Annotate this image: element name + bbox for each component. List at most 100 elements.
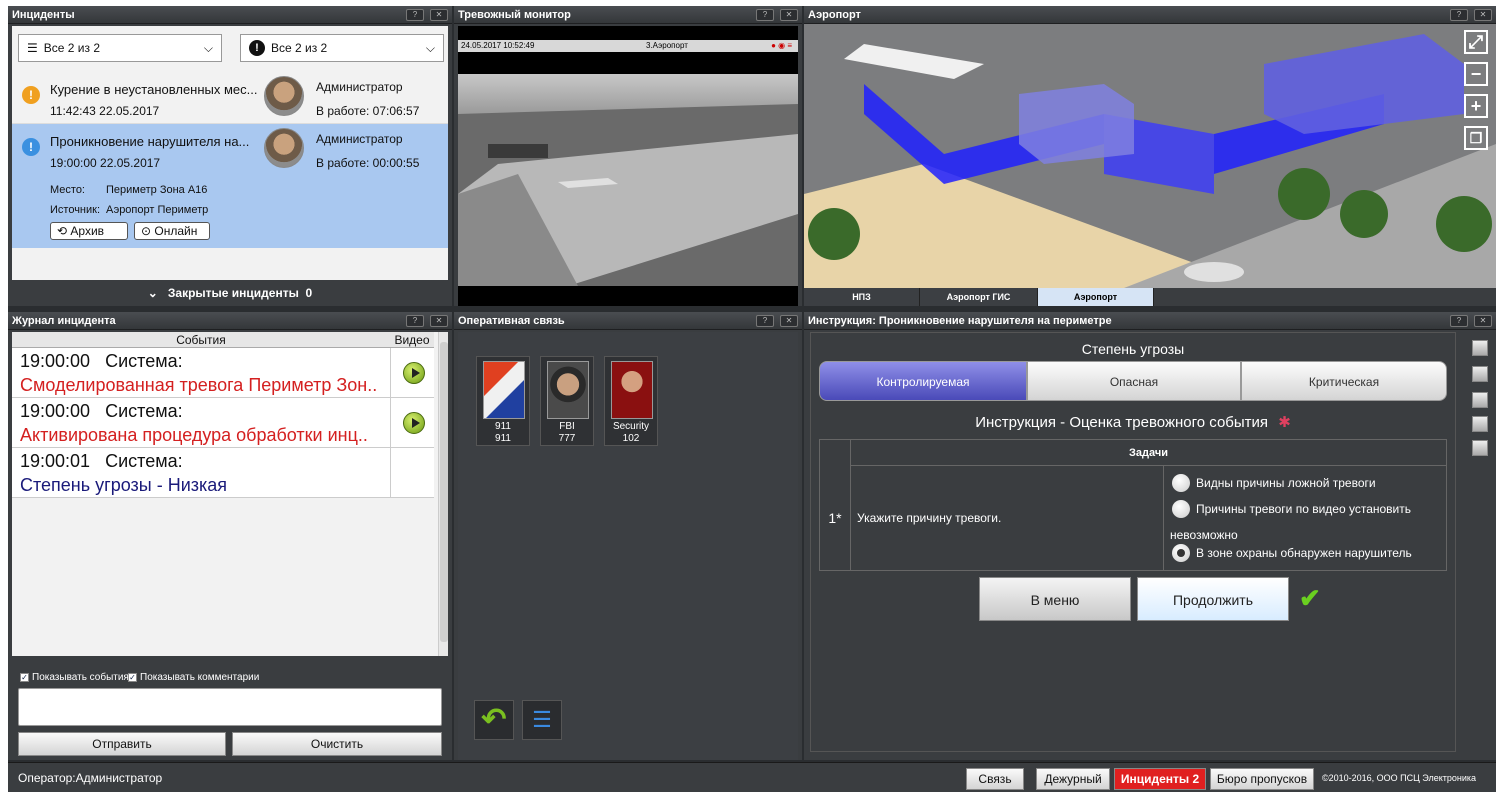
online-button-label: Онлайн — [154, 224, 198, 238]
clear-button[interactable]: Очистить — [232, 732, 442, 756]
asterisk-icon: ✱ — [1278, 414, 1291, 431]
filter-dropdown-value: Все 2 из 2 — [43, 41, 100, 55]
close-icon[interactable]: ✕ — [780, 9, 798, 21]
panel-controls: ? ✕ — [406, 315, 448, 327]
radio-intruder-detected[interactable] — [1172, 544, 1190, 562]
archive-button[interactable]: ⟲ Архив — [50, 222, 128, 240]
tab-airport[interactable]: Аэропорт — [1038, 288, 1154, 306]
incident-item[interactable]: ! Курение в неустановленных мес... 11:42… — [12, 72, 448, 124]
tab-npz[interactable]: НПЗ — [804, 288, 920, 306]
threat-label: Степень угрозы — [1081, 341, 1185, 357]
zoom-in-icon[interactable]: + — [1464, 94, 1488, 118]
radio-cannot-determine[interactable] — [1172, 500, 1190, 518]
incidents-body: ☰ Все 2 из 2 ⌵ ! Все 2 из 2 ⌵ ! Курение … — [12, 26, 448, 306]
event-time: 19:00:01 — [20, 451, 91, 471]
incidents-button[interactable]: Инциденты 2 — [1114, 768, 1206, 790]
record-icon: ● ◉ ≡ — [771, 41, 792, 50]
close-icon[interactable]: ✕ — [430, 315, 448, 327]
send-button[interactable]: Отправить — [18, 732, 226, 756]
video-view[interactable]: 24.05.2017 10:52:49 3.Аэропорт ● ◉ ≡ — [458, 26, 798, 306]
threat-level-critical[interactable]: Критическая — [1241, 361, 1447, 401]
comms-button[interactable]: Связь — [966, 768, 1024, 790]
tab-airport-gis[interactable]: Аэропорт ГИС — [920, 288, 1038, 306]
incident-title: Проникновение нарушителя на... — [50, 134, 250, 149]
event-header: 19:00:01 Система: — [20, 451, 183, 472]
instruction-panel: Инструкция: Проникновение нарушителя на … — [804, 312, 1496, 760]
contact-name: FBI — [559, 421, 575, 432]
close-icon[interactable]: ✕ — [430, 9, 448, 21]
journal-body: События Видео 19:00:00 Система: Смоделир… — [12, 332, 448, 656]
fullscreen-icon[interactable]: ⤢ — [1464, 30, 1488, 54]
closed-incidents-toggle[interactable]: ⌄ Закрытые инциденты 0 — [12, 280, 448, 306]
show-comments-checkbox[interactable]: ✓ Показывать комментарии — [128, 672, 259, 683]
history-icon: ⟲ — [57, 224, 68, 238]
checkmark-icon: ✔ — [1299, 583, 1321, 613]
contact-911[interactable]: 911 911 — [476, 356, 530, 446]
video-cell — [390, 398, 434, 448]
radio-false-alarm[interactable] — [1172, 474, 1190, 492]
close-icon[interactable]: ✕ — [780, 315, 798, 327]
pass-office-button[interactable]: Бюро пропусков — [1210, 768, 1314, 790]
instruction-heading: Инструкция - Оценка тревожного события ✱ — [811, 413, 1455, 431]
show-comments-label: Показывать комментарии — [140, 672, 260, 683]
close-icon[interactable]: ✕ — [1474, 315, 1492, 327]
emergency-services-icon — [483, 361, 525, 419]
help-icon[interactable]: ? — [1450, 315, 1468, 327]
table-row[interactable]: 19:00:00 Система: Смоделированная тревог… — [12, 348, 390, 398]
online-button[interactable]: ⊙ Онлайн — [134, 222, 210, 240]
incident-work-time: В работе: 07:06:57 — [316, 104, 420, 118]
list-view-icon[interactable]: ☰ — [522, 700, 562, 740]
help-icon[interactable]: ? — [756, 9, 774, 21]
document-icon[interactable] — [1472, 416, 1488, 432]
video-camera-name: 3.Аэропорт — [646, 41, 688, 50]
chart-icon[interactable] — [1472, 340, 1488, 356]
panel-title: Журнал инцидента — [8, 312, 452, 330]
help-icon[interactable]: ? — [406, 9, 424, 21]
closed-incidents-label: Закрытые инциденты — [167, 286, 299, 300]
filter-dropdown-severity[interactable]: ! Все 2 из 2 ⌵ — [240, 34, 444, 62]
scrollbar[interactable] — [438, 332, 448, 656]
contact-name: 911 — [495, 421, 511, 432]
help-icon[interactable]: ? — [1450, 9, 1468, 21]
scrollbar-thumb[interactable] — [440, 342, 448, 642]
incident-user: Администратор — [316, 80, 403, 94]
help-icon[interactable]: ? — [406, 315, 424, 327]
help-icon[interactable]: ? — [756, 315, 774, 327]
mail-icon[interactable] — [1472, 366, 1488, 382]
panel-controls: ? ✕ — [756, 9, 798, 21]
contact-fbi[interactable]: FBI 777 — [540, 356, 594, 446]
option-label: Причины тревоги по видео установить — [1196, 502, 1412, 516]
back-arrow-icon[interactable]: ↶ — [474, 700, 514, 740]
table-row[interactable]: 19:00:01 Система: Степень угрозы - Низка… — [12, 448, 390, 498]
contact-security[interactable]: Security 102 — [604, 356, 658, 446]
alert-icon: ! — [249, 40, 265, 56]
play-icon[interactable] — [403, 362, 425, 384]
event-source: Система: — [105, 451, 183, 471]
threat-level-dangerous[interactable]: Опасная — [1027, 361, 1241, 401]
place-value: Периметр Зона А16 — [106, 184, 208, 196]
incident-time: 11:42:43 22.05.2017 — [50, 104, 160, 118]
comment-input[interactable] — [18, 688, 442, 726]
panel-controls: ? ✕ — [1450, 9, 1492, 21]
save-icon[interactable] — [1472, 440, 1488, 456]
zoom-out-icon[interactable]: − — [1464, 62, 1488, 86]
checkbox-checked-icon: ✓ — [20, 673, 29, 682]
source-value: Аэропорт Периметр — [106, 204, 209, 216]
duty-button[interactable]: Дежурный — [1036, 768, 1110, 790]
closed-incidents-count: 0 — [305, 286, 313, 300]
print-icon[interactable] — [1472, 392, 1488, 408]
filter-dropdown-list[interactable]: ☰ Все 2 из 2 ⌵ — [18, 34, 222, 62]
panel-title: Тревожный монитор — [454, 6, 802, 24]
layers-icon[interactable]: ❐ — [1464, 126, 1488, 150]
menu-button[interactable]: В меню — [979, 577, 1131, 621]
event-header: 19:00:00 Система: — [20, 351, 183, 372]
incident-item-selected[interactable]: ! Проникновение нарушителя на... 19:00:0… — [12, 124, 448, 248]
continue-button[interactable]: Продолжить — [1137, 577, 1289, 621]
table-row[interactable]: 19:00:00 Система: Активирована процедура… — [12, 398, 390, 448]
threat-level-controlled[interactable]: Контролируемая — [819, 361, 1027, 401]
agent-avatar-icon — [547, 361, 589, 419]
show-events-checkbox[interactable]: ✓ Показывать события — [20, 672, 129, 683]
close-icon[interactable]: ✕ — [1474, 9, 1492, 21]
airport-3d-map[interactable] — [804, 24, 1496, 288]
play-icon[interactable] — [403, 412, 425, 434]
